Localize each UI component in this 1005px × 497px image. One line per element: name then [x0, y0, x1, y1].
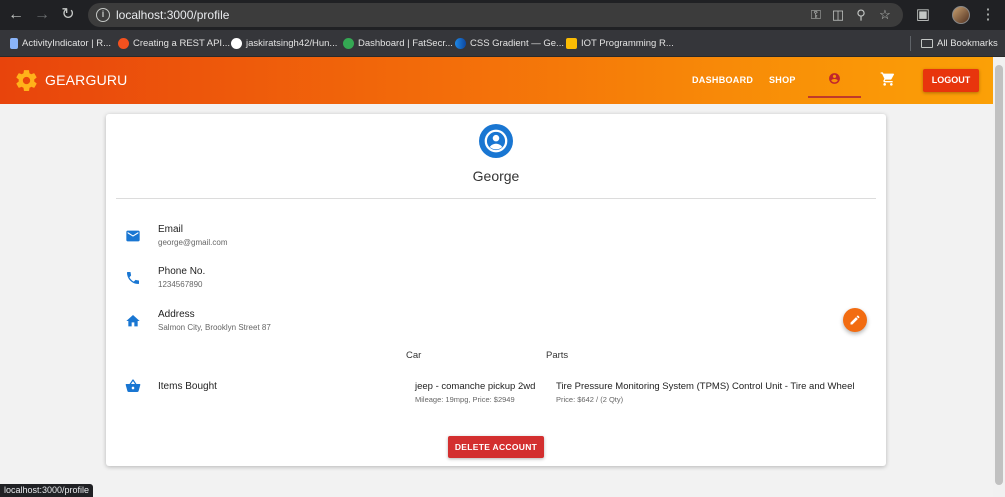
nav-shop[interactable]: SHOP	[769, 75, 796, 85]
phone-value: 1234567890	[158, 280, 203, 289]
delete-account-button[interactable]: DELETE ACCOUNT	[448, 436, 544, 458]
app-header: GEARGURU DASHBOARD SHOP	[0, 57, 993, 104]
profile-divider	[116, 198, 876, 199]
brand-name[interactable]: GEARGURU	[45, 72, 128, 88]
pencil-icon	[850, 315, 860, 325]
bookmark-favicon-icon	[566, 37, 577, 49]
bookmark-favicon-icon	[118, 37, 129, 49]
email-icon	[126, 230, 140, 242]
account-circle-icon	[829, 73, 840, 84]
page-scrollbar[interactable]	[993, 57, 1005, 497]
bookmark-label: Creating a REST API...	[133, 38, 230, 49]
all-bookmarks-folder[interactable]: All Bookmarks	[921, 36, 998, 52]
install-app-icon[interactable]: ◫	[830, 7, 846, 23]
bookmark-label: CSS Gradient — Ge...	[470, 38, 564, 49]
car-item-detail: Mileage: 19mpg, Price: $2949	[415, 395, 515, 404]
car-column-header: Car	[406, 350, 422, 361]
profile-name: George	[472, 168, 520, 184]
status-bar-url: localhost:3000/profile	[0, 484, 94, 497]
reload-icon[interactable]: ↻	[58, 5, 78, 25]
bookmark-item[interactable]: IOT Programming R...	[566, 36, 674, 52]
edit-profile-button[interactable]	[843, 308, 867, 332]
phone-label: Phone No.	[158, 266, 206, 277]
parts-column-header: Parts	[546, 350, 569, 361]
phone-icon	[127, 272, 139, 284]
browser-profile-avatar[interactable]	[952, 6, 970, 24]
bookmark-label: Dashboard | FatSecr...	[358, 38, 453, 49]
nav-profile[interactable]	[808, 57, 861, 104]
active-tab-indicator	[808, 96, 861, 98]
zoom-icon[interactable]: ⚲	[853, 7, 869, 23]
bookmarks-divider	[910, 36, 911, 51]
shopping-cart-icon[interactable]	[880, 71, 896, 87]
profile-card: George Email george@gmail.com Phone No. …	[106, 114, 886, 466]
part-item-detail: Price: $642 / (2 Qty)	[556, 395, 624, 404]
account-circle-icon	[479, 124, 513, 158]
forward-arrow-icon[interactable]: →	[32, 5, 52, 25]
bookmark-item[interactable]: Creating a REST API...	[118, 36, 230, 52]
scrollbar-thumb[interactable]	[995, 65, 1003, 485]
bookmark-label: ActivityIndicator | R...	[22, 38, 112, 49]
bookmark-favicon-icon	[10, 37, 18, 49]
bookmark-item[interactable]: ActivityIndicator | R...	[10, 36, 111, 52]
key-icon[interactable]: ⚿	[808, 7, 824, 23]
nav-dashboard[interactable]: DASHBOARD	[692, 75, 753, 85]
logout-button[interactable]: LOGOUT	[923, 69, 979, 92]
bookmark-favicon-icon	[455, 37, 466, 49]
bookmark-item[interactable]: CSS Gradient — Ge...	[455, 36, 564, 52]
bookmark-favicon-icon	[343, 37, 354, 49]
bookmark-star-icon[interactable]: ☆	[877, 7, 893, 23]
email-label: Email	[158, 224, 184, 235]
menu-dots-icon[interactable]: ⋮	[978, 5, 998, 25]
home-icon	[126, 315, 140, 327]
bookmark-item[interactable]: jaskiratsingh42/Hun...	[231, 36, 337, 52]
part-item-title: Tire Pressure Monitoring System (TPMS) C…	[556, 381, 855, 392]
car-item-title: jeep - comanche pickup 2wd	[415, 381, 536, 392]
extensions-icon[interactable]: ▣	[913, 5, 933, 25]
folder-icon	[921, 38, 933, 48]
address-bar-url[interactable]: localhost:3000/profile	[116, 8, 229, 22]
address-value: Salmon City, Brooklyn Street 87	[158, 323, 271, 332]
back-arrow-icon[interactable]: ←	[6, 5, 26, 25]
github-icon	[231, 37, 242, 49]
gear-logo-icon[interactable]	[14, 68, 39, 93]
site-info-icon[interactable]: i	[96, 8, 110, 22]
items-bought-label: Items Bought	[158, 381, 217, 392]
all-bookmarks-label: All Bookmarks	[937, 38, 998, 49]
bookmark-label: jaskiratsingh42/Hun...	[246, 38, 338, 49]
bookmark-label: IOT Programming R...	[581, 38, 674, 49]
shopping-basket-icon	[125, 379, 141, 392]
address-label: Address	[158, 309, 195, 320]
email-value: george@gmail.com	[158, 238, 228, 247]
bookmarks-bar: ActivityIndicator | R... Creating a REST…	[0, 30, 1005, 57]
bookmark-item[interactable]: Dashboard | FatSecr...	[343, 36, 453, 52]
address-bar[interactable]: i localhost:3000/profile ⚿ ◫ ⚲ ☆	[88, 3, 903, 27]
browser-toolbar: ← → ↻ i localhost:3000/profile ⚿ ◫ ⚲ ☆ ▣…	[0, 0, 1005, 30]
